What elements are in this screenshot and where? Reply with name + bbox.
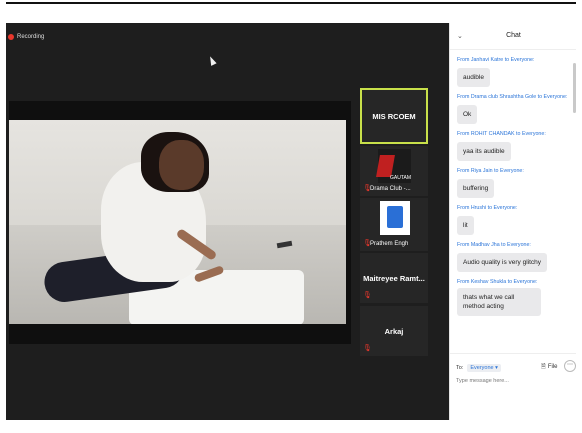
message-sender[interactable]: From Drama club Shrashtha Gole to Everyo… — [457, 94, 569, 100]
message-sender[interactable]: From Riya Jain to Everyone: — [457, 168, 569, 174]
message-text: lit — [457, 216, 474, 235]
message-sender[interactable]: From Madhav Jha to Everyone: — [457, 242, 569, 248]
chat-message: From Keshav Shukla to Everyone: thats wh… — [457, 279, 569, 316]
record-icon — [8, 34, 14, 40]
main-video[interactable] — [9, 101, 351, 344]
participant-caption: Drama Club -... — [370, 186, 411, 192]
window-right-edge — [576, 0, 582, 433]
participant-tile-drama-club[interactable]: GAUTAM 🎙 Drama Club -... — [360, 146, 428, 196]
chat-message: From Madhav Jha to Everyone: Audio quali… — [457, 242, 569, 272]
chat-message: From Riya Jain to Everyone: buffering — [457, 168, 569, 198]
message-sender[interactable]: From Janhavi Katre to Everyone: — [457, 57, 569, 63]
message-text: Ok — [457, 105, 478, 124]
message-text: Audio quality is very glitchy — [457, 253, 548, 272]
video-frame — [9, 120, 346, 324]
recipient-dropdown[interactable]: Everyone ▾ — [467, 364, 501, 372]
more-options-icon[interactable]: ⋯ — [564, 360, 576, 372]
file-button[interactable]: 🗎 File — [541, 362, 558, 372]
message-text: buffering — [457, 179, 495, 198]
chat-title: Chat — [506, 32, 521, 39]
participant-name: MIS RCOEM — [372, 111, 416, 121]
participant-tile-prathem[interactable]: 🎙 Prathem Engh — [360, 198, 428, 251]
message-text: audible — [457, 68, 490, 87]
chat-footer: To: Everyone ▾ 🗎 File ⋯ Type message her… — [450, 353, 577, 421]
participant-tile-arkaj[interactable]: Arkaj 🎙 — [360, 306, 428, 356]
chat-panel: ⌄ Chat From Janhavi Katre to Everyone: a… — [449, 23, 577, 420]
message-text: thats what we call method acting — [457, 288, 541, 316]
mic-muted-icon: 🎙 — [363, 292, 372, 299]
chat-header: ⌄ Chat — [450, 23, 577, 50]
performer-head — [159, 140, 204, 190]
file-icon: 🗎 — [541, 364, 546, 370]
window-bottom-edge — [6, 420, 576, 433]
chat-message: From Hrushi to Everyone: lit — [457, 205, 569, 235]
to-label: To: — [456, 365, 464, 371]
participant-tile-maitreyee[interactable]: Maitreyee Ramt... 🎙 — [360, 253, 428, 303]
chat-messages: From Janhavi Katre to Everyone: audible … — [457, 57, 569, 323]
window-top-edge — [0, 0, 582, 6]
message-sender[interactable]: From Hrushi to Everyone: — [457, 205, 569, 211]
message-text: yaa its audible — [457, 142, 511, 161]
message-sender[interactable]: From Keshav Shukla to Everyone: — [457, 279, 569, 285]
message-input[interactable]: Type message here... — [456, 378, 509, 384]
recording-label: Recording — [17, 34, 45, 40]
chat-message: From ROHIT CHANDAK to Everyone: yaa its … — [457, 131, 569, 161]
drama-club-logo: GAUTAM — [376, 149, 411, 183]
message-sender[interactable]: From ROHIT CHANDAK to Everyone: — [457, 131, 569, 137]
mic-muted-icon: 🎙 — [363, 345, 372, 352]
participant-name: Maitreyee Ramt... — [363, 273, 425, 283]
participant-tile-mis-rcoem[interactable]: MIS RCOEM — [360, 88, 428, 144]
participant-caption: Prathem Engh — [370, 241, 409, 247]
recording-indicator[interactable]: Recording — [8, 34, 44, 40]
recipient-row: To: Everyone ▾ — [456, 364, 501, 372]
chat-message: From Janhavi Katre to Everyone: audible — [457, 57, 569, 87]
prathem-avatar — [380, 201, 410, 235]
participant-name: Arkaj — [384, 326, 404, 336]
chat-message: From Drama club Shrashtha Gole to Everyo… — [457, 94, 569, 124]
